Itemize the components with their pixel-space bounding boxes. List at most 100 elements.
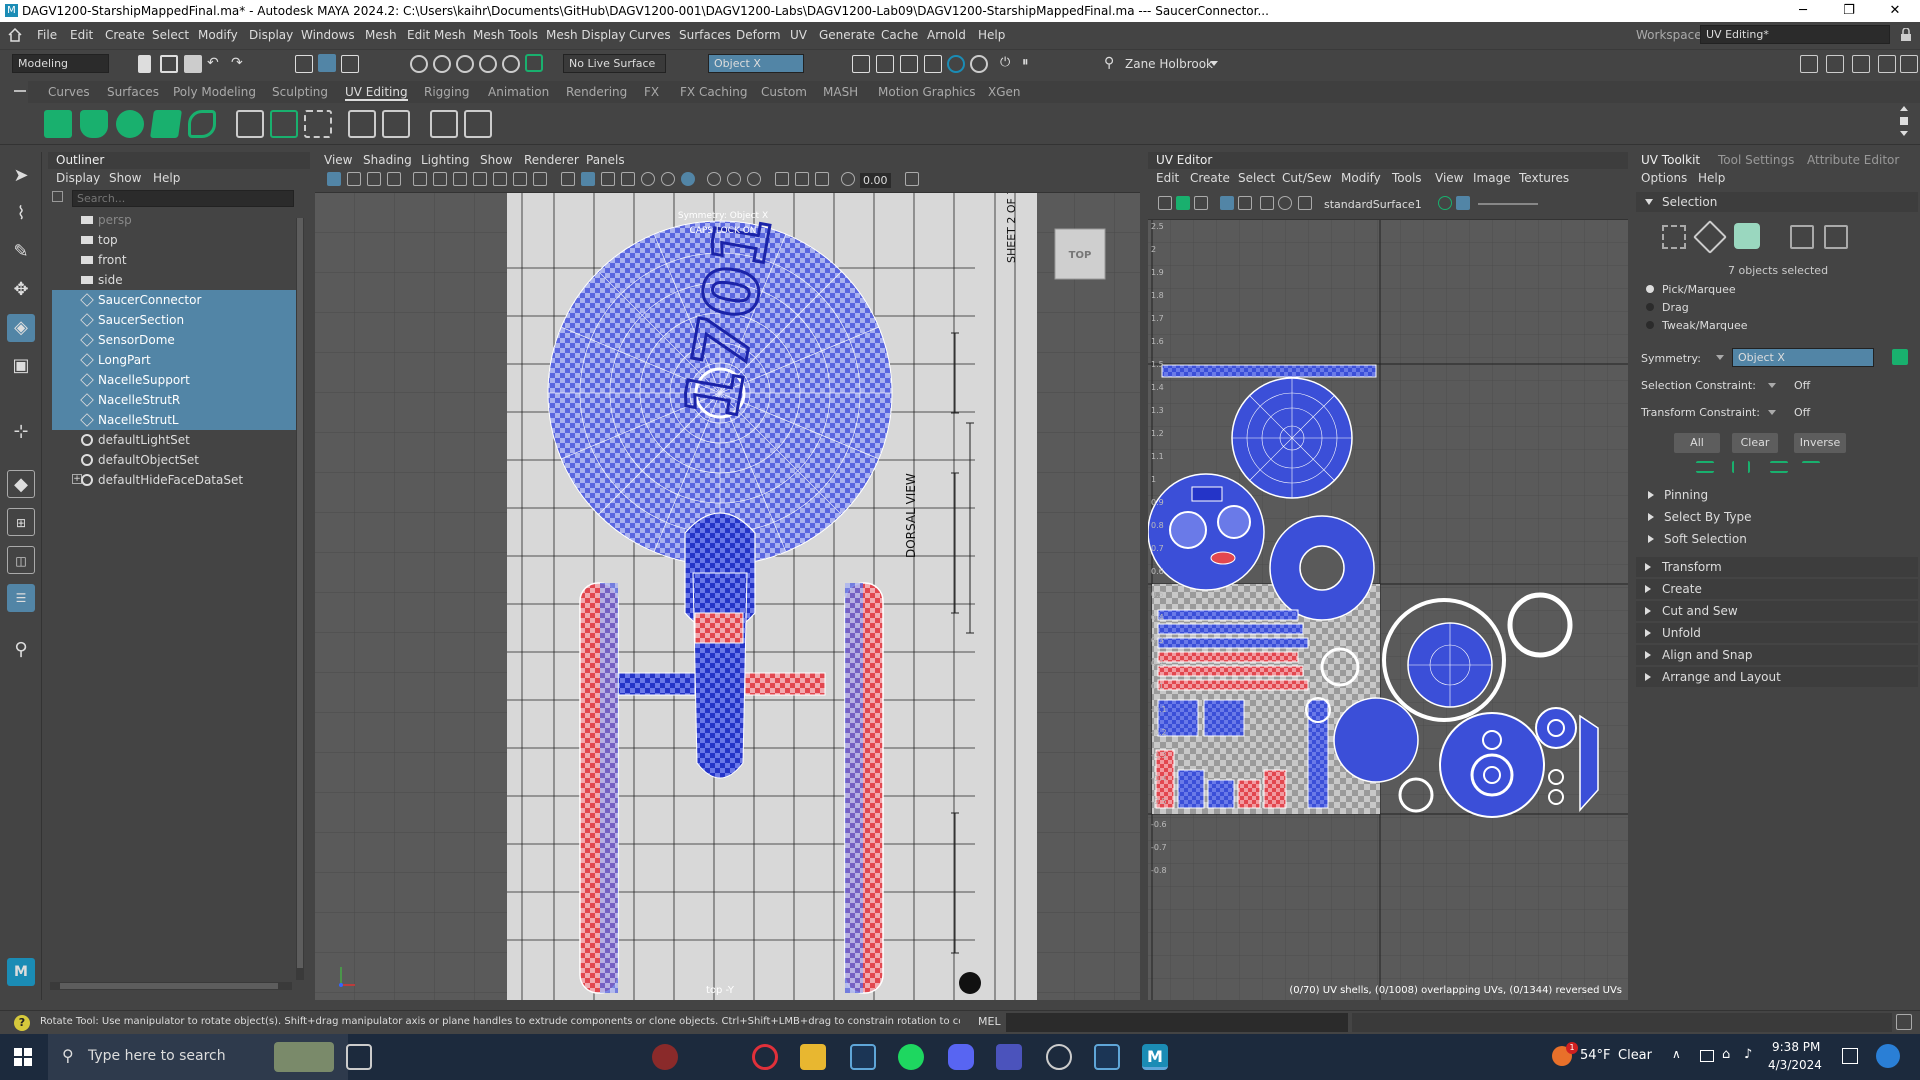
inverse-selection-button[interactable]: Inverse xyxy=(1794,433,1846,453)
spotify-icon[interactable] xyxy=(898,1044,924,1070)
four-view-layout-icon[interactable]: ⊞ xyxy=(7,508,35,536)
scale-tool-icon[interactable]: ▣ xyxy=(7,352,35,380)
bookmarks-icon[interactable] xyxy=(367,172,381,186)
shelf-scroll-menu-icon[interactable] xyxy=(1900,117,1908,125)
move-tool-icon[interactable]: ✥ xyxy=(7,276,35,304)
volume-icon[interactable]: ♪ xyxy=(1744,1047,1752,1062)
grid-toggle-icon[interactable] xyxy=(413,172,427,186)
toolkit-symmetry-dropdown[interactable]: Object X xyxy=(1732,348,1874,367)
viewport-menu-show[interactable]: Show xyxy=(480,153,512,167)
paint-select-tool-icon[interactable]: ✎ xyxy=(7,238,35,266)
outliner-item[interactable]: top xyxy=(52,230,298,250)
safe-title-icon[interactable] xyxy=(533,172,547,186)
menu-create[interactable]: Create xyxy=(105,28,145,42)
uv-menu-edit[interactable]: Edit xyxy=(1156,171,1179,185)
uv-shell-strip-1[interactable] xyxy=(1157,609,1299,621)
depth-of-field-icon[interactable] xyxy=(747,172,761,186)
transform-constraint-arrow-icon[interactable] xyxy=(1768,410,1776,415)
tab-uv-toolkit[interactable]: UV Toolkit xyxy=(1641,153,1700,167)
pick-marquee-radio[interactable] xyxy=(1646,285,1654,293)
clock-time[interactable]: 9:38 PM xyxy=(1772,1040,1820,1054)
search-tool-icon[interactable]: ⚲ xyxy=(7,636,35,664)
uv-shell-strip-5[interactable] xyxy=(1157,665,1304,677)
pause-icon[interactable]: ⏸ xyxy=(1022,55,1040,73)
motion-blur-icon[interactable] xyxy=(707,172,721,186)
uv-mode-icon[interactable] xyxy=(1790,225,1814,249)
uv-material-dropdown[interactable]: standardSurface1 xyxy=(1324,198,1422,211)
outliner-item[interactable]: defaultLightSet xyxy=(52,430,298,450)
expand-create-icon[interactable] xyxy=(1645,585,1651,593)
isolate-select-icon[interactable] xyxy=(775,172,789,186)
lock-icon[interactable] xyxy=(1900,28,1912,42)
wireframe-on-shaded-icon[interactable] xyxy=(601,172,615,186)
home-icon[interactable] xyxy=(8,28,22,42)
section-unfold[interactable]: Unfold xyxy=(1636,623,1918,643)
menu-uv[interactable]: UV xyxy=(790,28,807,42)
nacelle-strut-l-mesh[interactable] xyxy=(614,672,696,696)
selection-constraint-arrow-icon[interactable] xyxy=(1768,383,1776,388)
uv-shell-vertical-strip[interactable] xyxy=(1307,699,1329,809)
menu-generate[interactable]: Generate xyxy=(819,28,875,42)
uv-shell-long-strip[interactable] xyxy=(1161,364,1377,378)
section-cut-and-sew[interactable]: Cut and Sew xyxy=(1636,601,1918,621)
tab-fx-caching[interactable]: FX Caching xyxy=(680,85,747,99)
uv-menu-create[interactable]: Create xyxy=(1190,171,1230,185)
opera-icon[interactable] xyxy=(752,1044,778,1070)
menu-help[interactable]: Help xyxy=(978,28,1005,42)
planar-projection-icon[interactable] xyxy=(44,110,72,138)
uv-shell-strip-2[interactable] xyxy=(1157,623,1304,635)
outliner-item[interactable]: persp xyxy=(52,210,298,230)
outliner-item[interactable]: side xyxy=(52,270,298,290)
rotate-tool-icon[interactable]: ◈ xyxy=(7,314,35,342)
outliner-item[interactable]: front xyxy=(52,250,298,270)
uv-shell-nacelle-cap[interactable] xyxy=(1439,712,1545,818)
tool-settings-icon[interactable] xyxy=(1878,55,1896,73)
menu-display[interactable]: Display xyxy=(249,28,293,42)
outliner-filter-icon[interactable] xyxy=(52,191,63,202)
select-by-hierarchy-icon[interactable] xyxy=(295,55,313,73)
command-line-input[interactable] xyxy=(1006,1013,1348,1032)
uv-menu-view[interactable]: View xyxy=(1435,171,1463,185)
tab-attribute-editor[interactable]: Attribute Editor xyxy=(1807,153,1899,167)
outliner-search-input[interactable] xyxy=(72,190,294,207)
grow-along-loop-icon[interactable] xyxy=(1770,461,1788,473)
taskbar-search-box[interactable]: ⚲ Type here to search xyxy=(48,1034,348,1080)
uv-shell-dome[interactable] xyxy=(1333,697,1419,783)
channel-box-icon[interactable] xyxy=(1900,55,1918,73)
menu-windows[interactable]: Windows xyxy=(301,28,355,42)
tab-poly-modeling[interactable]: Poly Modeling xyxy=(173,85,256,99)
uv-distortion-icon[interactable] xyxy=(464,110,492,138)
uv-menu-cut-sew[interactable]: Cut/Sew xyxy=(1282,171,1332,185)
expand-unfold-icon[interactable] xyxy=(1645,629,1651,637)
uv-shell-block-5[interactable] xyxy=(1207,779,1235,809)
sew-icon[interactable] xyxy=(348,110,376,138)
anti-aliasing-icon[interactable] xyxy=(727,172,741,186)
outliner-item[interactable]: + defaultHideFaceDataSet xyxy=(52,470,298,490)
resolution-gate-icon[interactable] xyxy=(453,172,467,186)
selection-collapse-icon[interactable] xyxy=(1645,199,1653,205)
safe-action-icon[interactable] xyxy=(513,172,527,186)
render-sequence-icon[interactable] xyxy=(876,55,894,73)
expand-cut-and-sew-icon[interactable] xyxy=(1645,607,1651,615)
uv-exposure-toggle-icon[interactable] xyxy=(1456,196,1470,210)
tab-custom[interactable]: Custom xyxy=(761,85,807,99)
uv-exposure-reset-icon[interactable] xyxy=(1438,196,1452,210)
workspace-dropdown[interactable]: UV Editing* xyxy=(1700,25,1890,44)
uv-pixel-snap-icon[interactable] xyxy=(1260,196,1274,210)
redo-icon[interactable]: ↷ xyxy=(231,55,249,73)
task-view-icon[interactable] xyxy=(346,1044,372,1070)
tray-chevron-icon[interactable]: ∧ xyxy=(1672,1047,1681,1061)
two-pane-layout-icon[interactable]: ◫ xyxy=(7,546,35,574)
uv-shell-block-2[interactable] xyxy=(1203,699,1245,737)
tab-animation[interactable]: Animation xyxy=(488,85,549,99)
tab-curves[interactable]: Curves xyxy=(48,85,90,99)
section-select-by-type[interactable]: Select By Type xyxy=(1636,507,1918,527)
shadows-icon[interactable] xyxy=(661,172,675,186)
field-chart-icon[interactable] xyxy=(493,172,507,186)
menu-mesh-display[interactable]: Mesh Display xyxy=(546,28,626,42)
camera-attributes-icon[interactable] xyxy=(347,172,361,186)
close-button[interactable]: ✕ xyxy=(1872,0,1918,22)
uv-shell-block-6[interactable] xyxy=(1237,779,1261,809)
unfold-icon[interactable] xyxy=(236,110,264,138)
new-scene-icon[interactable] xyxy=(138,55,151,73)
